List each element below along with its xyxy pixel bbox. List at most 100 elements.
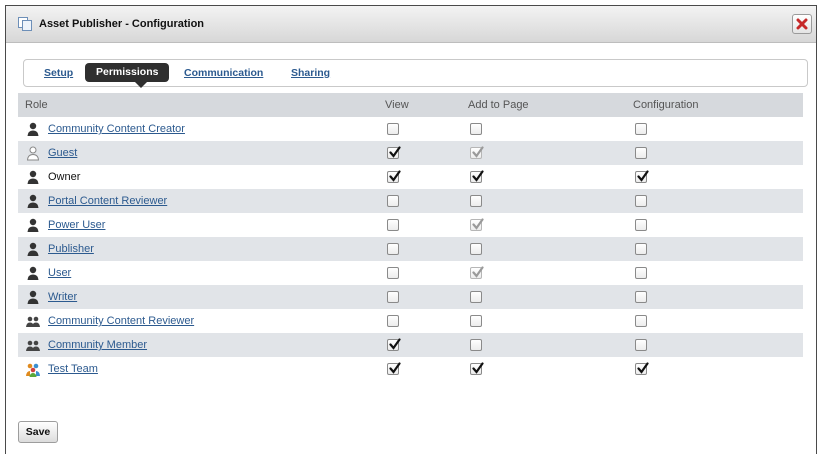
role-name[interactable]: User [48, 267, 71, 279]
close-button[interactable] [792, 14, 812, 34]
configuration-checkbox[interactable] [635, 290, 647, 303]
view-checkbox[interactable] [387, 361, 401, 375]
dialog-titlebar: Asset Publisher - Configuration [6, 6, 816, 43]
checkmark-icon [472, 145, 484, 158]
role-cell: Guest [18, 141, 385, 165]
view-checkbox[interactable] [387, 290, 399, 303]
view-checkbox[interactable] [387, 242, 399, 255]
role-name[interactable]: Guest [48, 147, 77, 159]
configuration-checkbox[interactable] [635, 314, 647, 327]
header-configuration: Configuration [633, 93, 803, 117]
view-checkbox[interactable] [387, 122, 399, 135]
group-icon [25, 313, 41, 329]
role-cell: Community Content Creator [18, 117, 385, 141]
tab-setup[interactable]: Setup [44, 67, 73, 79]
view-checkbox[interactable] [387, 218, 399, 231]
add-to-page-cell [468, 213, 633, 237]
role-cell: Owner [18, 165, 385, 189]
tab-bar: Setup Permissions Communication Sharing [23, 59, 808, 88]
view-cell [385, 141, 468, 165]
role-name[interactable]: Portal Content Reviewer [48, 195, 167, 207]
role-cell: Publisher [18, 237, 385, 261]
configuration-checkbox[interactable] [635, 338, 647, 351]
group-icon [25, 337, 41, 353]
view-checkbox[interactable] [387, 194, 399, 207]
add-to-page-checkbox[interactable] [470, 361, 484, 375]
view-cell [385, 213, 468, 237]
table-row: Community Content Creator [18, 117, 803, 141]
configuration-checkbox[interactable] [635, 361, 649, 375]
role-name: Owner [48, 171, 81, 183]
role-name[interactable]: Community Content Reviewer [48, 315, 194, 327]
configuration-checkbox[interactable] [635, 169, 649, 183]
user-icon [25, 289, 41, 305]
view-checkbox[interactable] [387, 337, 401, 351]
active-tab-pointer [135, 82, 147, 88]
add-to-page-cell [468, 309, 633, 333]
configuration-checkbox[interactable] [635, 266, 647, 279]
add-to-page-checkbox[interactable] [470, 290, 482, 303]
add-to-page-checkbox[interactable] [470, 314, 482, 327]
view-cell [385, 165, 468, 189]
role-cell: Portal Content Reviewer [18, 189, 385, 213]
configuration-cell [633, 117, 803, 141]
add-to-page-checkbox[interactable] [470, 194, 482, 207]
checkmark-icon [472, 217, 484, 230]
save-button[interactable]: Save [18, 421, 58, 443]
configuration-cell [633, 165, 803, 189]
configuration-checkbox[interactable] [635, 122, 647, 135]
role-cell: Test Team [18, 357, 385, 381]
checkmark-icon [389, 145, 401, 158]
add-to-page-checkbox [470, 265, 484, 279]
configuration-cell [633, 357, 803, 381]
add-to-page-checkbox[interactable] [470, 122, 482, 135]
configuration-checkbox[interactable] [635, 146, 647, 159]
configuration-cell [633, 261, 803, 285]
view-cell [385, 309, 468, 333]
configuration-cell [633, 189, 803, 213]
role-name[interactable]: Power User [48, 219, 105, 231]
add-to-page-checkbox [470, 217, 484, 231]
role-name[interactable]: Writer [48, 291, 77, 303]
tab-permissions[interactable]: Permissions [85, 63, 170, 82]
view-checkbox[interactable] [387, 145, 401, 159]
add-to-page-checkbox[interactable] [470, 242, 482, 255]
configuration-checkbox[interactable] [635, 218, 647, 231]
configuration-cell [633, 237, 803, 261]
role-cell: Community Content Reviewer [18, 309, 385, 333]
add-to-page-cell [468, 261, 633, 285]
user-icon [25, 121, 41, 137]
permissions-table: Role View Add to Page Configuration Comm… [18, 93, 803, 381]
document-copy-icon [17, 16, 33, 32]
view-cell [385, 357, 468, 381]
table-row: Community Content Reviewer [18, 309, 803, 333]
configuration-checkbox[interactable] [635, 194, 647, 207]
role-name[interactable]: Publisher [48, 243, 94, 255]
role-name[interactable]: Test Team [48, 363, 98, 375]
checkmark-icon [472, 361, 484, 374]
add-to-page-cell [468, 141, 633, 165]
tab-communication[interactable]: Communication [184, 67, 263, 79]
role-name[interactable]: Community Content Creator [48, 123, 185, 135]
view-cell [385, 285, 468, 309]
add-to-page-checkbox[interactable] [470, 338, 482, 351]
view-cell [385, 333, 468, 357]
checkmark-icon [637, 169, 649, 182]
add-to-page-cell [468, 165, 633, 189]
view-checkbox[interactable] [387, 169, 401, 183]
checkmark-icon [389, 169, 401, 182]
table-row: User [18, 261, 803, 285]
tab-sharing[interactable]: Sharing [291, 67, 330, 79]
configuration-checkbox[interactable] [635, 242, 647, 255]
add-to-page-cell [468, 237, 633, 261]
configuration-cell [633, 213, 803, 237]
table-row: Guest [18, 141, 803, 165]
header-view: View [385, 93, 468, 117]
view-checkbox[interactable] [387, 266, 399, 279]
table-row: Power User [18, 213, 803, 237]
table-header-row: Role View Add to Page Configuration [18, 93, 803, 117]
close-icon [796, 18, 808, 30]
add-to-page-checkbox[interactable] [470, 169, 484, 183]
view-checkbox[interactable] [387, 314, 399, 327]
role-name[interactable]: Community Member [48, 339, 147, 351]
